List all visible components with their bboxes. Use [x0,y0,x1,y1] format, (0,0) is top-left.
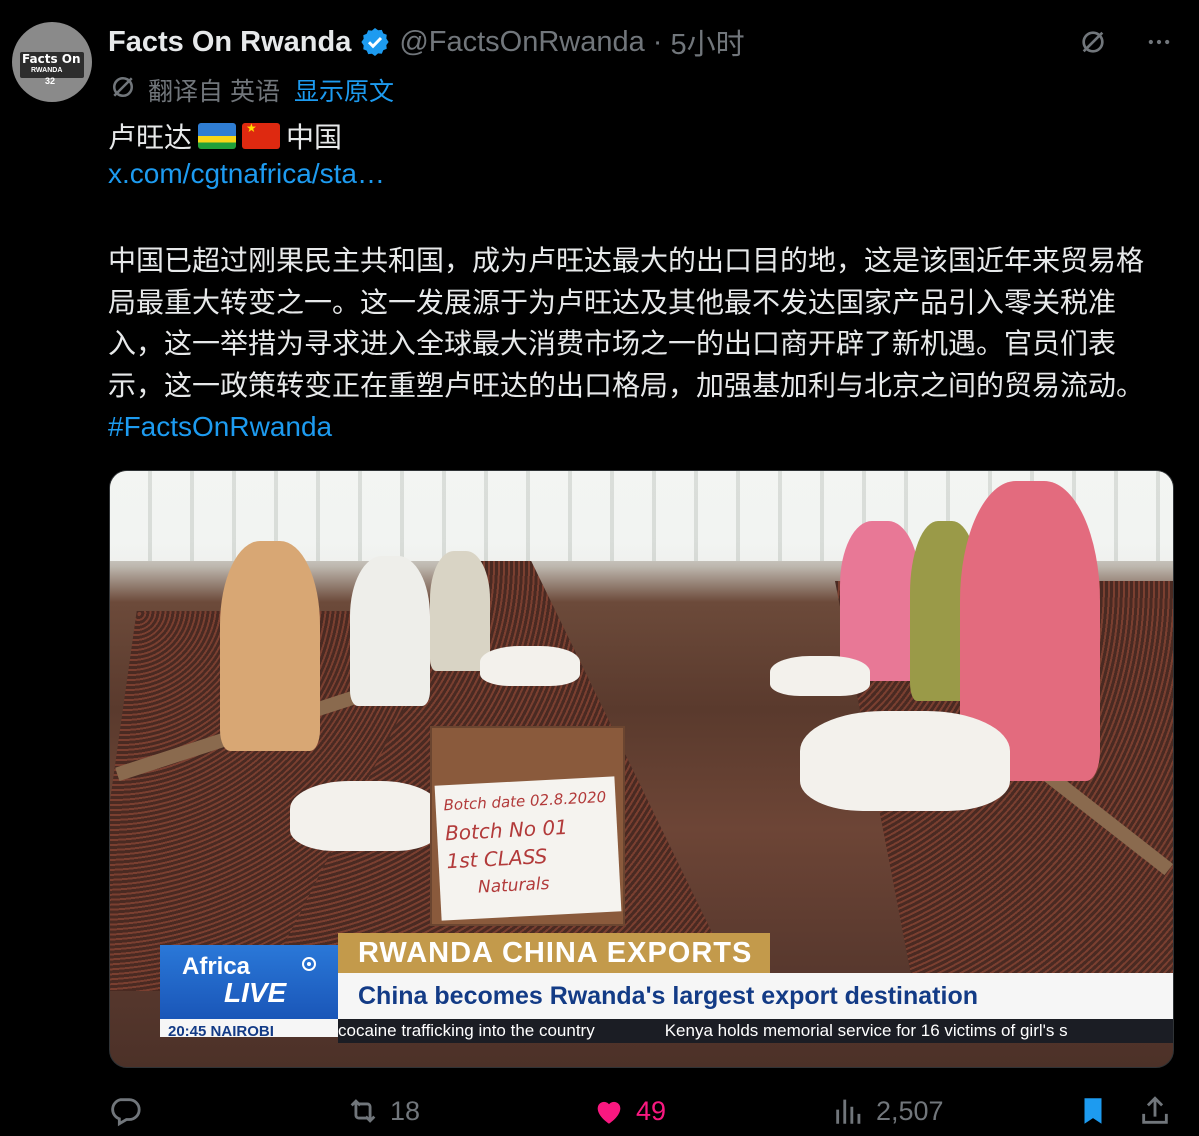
broadcast-time-city: 20:45 NAIROBI [160,1019,338,1037]
share-icon [1142,1096,1168,1124]
coffee-sack [480,646,580,686]
reply-button[interactable] [108,1094,152,1128]
post-action-bar: 18 49 2,507 [108,1092,1177,1136]
views-icon [836,1099,861,1124]
translate-icon [108,72,138,109]
verified-badge-icon[interactable] [359,26,391,58]
retweet-icon [350,1099,376,1123]
heart-icon [597,1101,621,1124]
title-rwanda: 卢旺达 [108,122,193,153]
africa-live-badge: Africa LIVE [160,945,338,1019]
coffee-sack [290,781,440,851]
translation-notice: 翻译自 英语 显示原文 [108,72,394,108]
broadcast-headline: RWANDA CHINA EXPORTS [338,933,770,973]
worker-figure [430,551,490,671]
reply-icon [111,1098,141,1127]
broadcast-subheadline: China becomes Rwanda's largest export de… [338,973,1173,1019]
coffee-sack [770,656,870,696]
translate-toggle-icon[interactable] [1073,22,1113,62]
ticker-item: Kenya holds memorial service for 16 vict… [664,1021,1068,1040]
worker-figure [350,556,430,706]
post-header: Facts On Rwanda @FactsOnRwanda · 5小时 [108,22,745,62]
translated-from-label: 翻译自 英语 [148,78,280,106]
live-dot-icon [302,957,316,971]
show-original-link[interactable]: 显示原文 [294,72,394,108]
batch-sign: Botch date 02.8.2020 Botch No 01 1st CLA… [434,776,622,921]
like-button[interactable]: 49 [592,1094,666,1128]
coffee-sack [800,711,1010,811]
avatar-logo-text: Facts On [22,52,81,66]
china-flag-icon [242,123,281,149]
post-top-actions [1073,22,1179,62]
views-button[interactable]: 2,507 [832,1094,944,1128]
rwanda-flag-icon [198,123,237,149]
avatar-logo-number: 32 [45,76,56,86]
post-link[interactable]: x.com/cgtnafrica/sta… [108,158,385,190]
bookmark-button[interactable] [1076,1094,1110,1128]
separator-dot: · [652,25,663,58]
post-body: 中国已超过刚果民主共和国，成为卢旺达最大的出口目的地，这是该国近年来贸易格局最重… [108,240,1163,448]
share-button[interactable] [1138,1094,1172,1128]
avatar-logo-subtext: RWANDA [31,67,63,74]
hashtag-link[interactable]: #FactsOnRwanda [108,411,332,442]
post-title-line: 卢旺达 中国 [108,116,342,156]
news-ticker: cocaine trafficking into the country Keny… [338,1019,1173,1043]
retweet-count: 18 [390,1095,421,1126]
post-timestamp[interactable]: 5小时 [670,21,744,63]
author-handle[interactable]: @FactsOnRwanda [399,26,644,59]
bookmark-icon [1084,1098,1102,1124]
author-avatar[interactable]: Facts On RWANDA 32 [12,22,92,102]
author-display-name[interactable]: Facts On Rwanda [108,26,351,59]
title-china: 中国 [286,122,343,153]
retweet-button[interactable]: 18 [346,1094,420,1128]
video-media[interactable]: Botch date 02.8.2020 Botch No 01 1st CLA… [109,470,1174,1068]
views-count: 2,507 [876,1095,944,1126]
worker-figure [840,521,920,681]
worker-figure [220,541,320,751]
post-body-text: 中国已超过刚果民主共和国，成为卢旺达最大的出口目的地，这是该国近年来贸易格局最重… [108,245,1145,401]
broadcast-lower-third: Africa LIVE RWANDA CHINA EXPORTS China b… [160,933,1173,1043]
live-label: LIVE [224,977,287,1008]
like-count: 49 [636,1095,667,1126]
more-options-icon[interactable] [1139,22,1179,62]
ticker-item: cocaine trafficking into the country [338,1021,595,1040]
